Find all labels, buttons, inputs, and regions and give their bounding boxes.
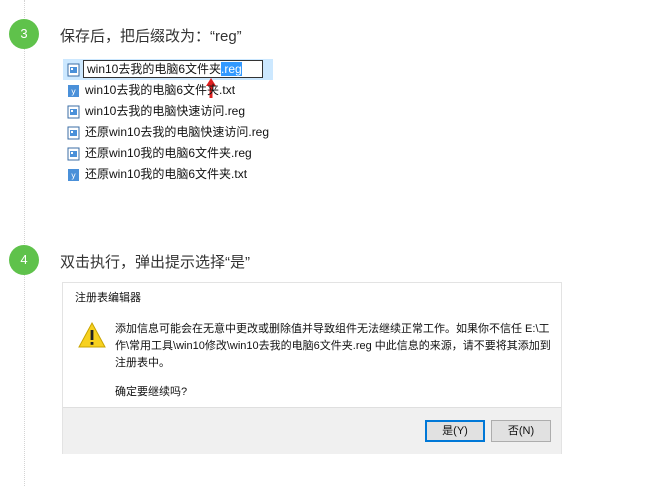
- file-row[interactable]: y 还原win10我的电脑6文件夹.txt: [63, 164, 275, 185]
- rename-input[interactable]: win10去我的电脑6文件夹.reg: [83, 60, 263, 78]
- file-row-renaming[interactable]: win10去我的电脑6文件夹.reg: [63, 59, 275, 98]
- reg-file-icon: [67, 63, 80, 77]
- dialog-footer: 是(Y) 否(N): [63, 407, 561, 454]
- reg-file-icon: [67, 105, 80, 119]
- file-name: 还原win10我的电脑6文件夹.txt: [85, 167, 248, 181]
- file-row[interactable]: y win10去我的电脑6文件夹.txt: [63, 80, 275, 101]
- no-button[interactable]: 否(N): [491, 420, 551, 442]
- dialog-question: 确定要继续吗?: [115, 386, 188, 398]
- reg-file-icon: [67, 126, 80, 140]
- dialog-message: 添加信息可能会在无意中更改或删除值并导致组件无法继续正常工作。如果你不信任 E:…: [115, 323, 551, 369]
- rename-base-text: win10去我的电脑6文件夹: [87, 62, 222, 76]
- txt-file-icon: y: [68, 85, 79, 97]
- file-row[interactable]: 还原win10我的电脑6文件夹.reg: [63, 143, 275, 164]
- registry-editor-dialog: 注册表编辑器 添加信息可能会在无意中更改或删除值并导致组件无法继续正常工作。如果…: [63, 283, 561, 454]
- txt-file-icon: y: [68, 169, 79, 181]
- step-3-title: 保存后，把后缀改为：“reg”: [60, 28, 242, 45]
- file-name: win10去我的电脑6文件夹.txt: [85, 83, 236, 97]
- yes-button[interactable]: 是(Y): [425, 420, 485, 442]
- reg-file-icon: [67, 147, 80, 161]
- file-name: win10去我的电脑快速访问.reg: [85, 104, 246, 118]
- svg-text:y: y: [71, 171, 76, 180]
- step-3-badge: 3: [9, 19, 39, 49]
- file-list: win10去我的电脑6文件夹.reg y win10去我的电脑6文件夹.txt …: [63, 57, 275, 190]
- file-row[interactable]: 还原win10去我的电脑快速访问.reg: [63, 122, 275, 143]
- file-name: 还原win10去我的电脑快速访问.reg: [85, 125, 270, 139]
- file-row[interactable]: win10去我的电脑快速访问.reg: [63, 101, 275, 122]
- file-name: 还原win10我的电脑6文件夹.reg: [85, 146, 252, 160]
- warning-icon: [78, 321, 106, 348]
- step-timeline: [24, 0, 25, 486]
- step-4-title: 双击执行，弹出提示选择“是”: [60, 254, 250, 271]
- dialog-title: 注册表编辑器: [75, 292, 141, 304]
- step-4-badge: 4: [9, 245, 39, 275]
- rename-selected-extension: .reg: [221, 62, 242, 76]
- svg-text:y: y: [71, 87, 76, 96]
